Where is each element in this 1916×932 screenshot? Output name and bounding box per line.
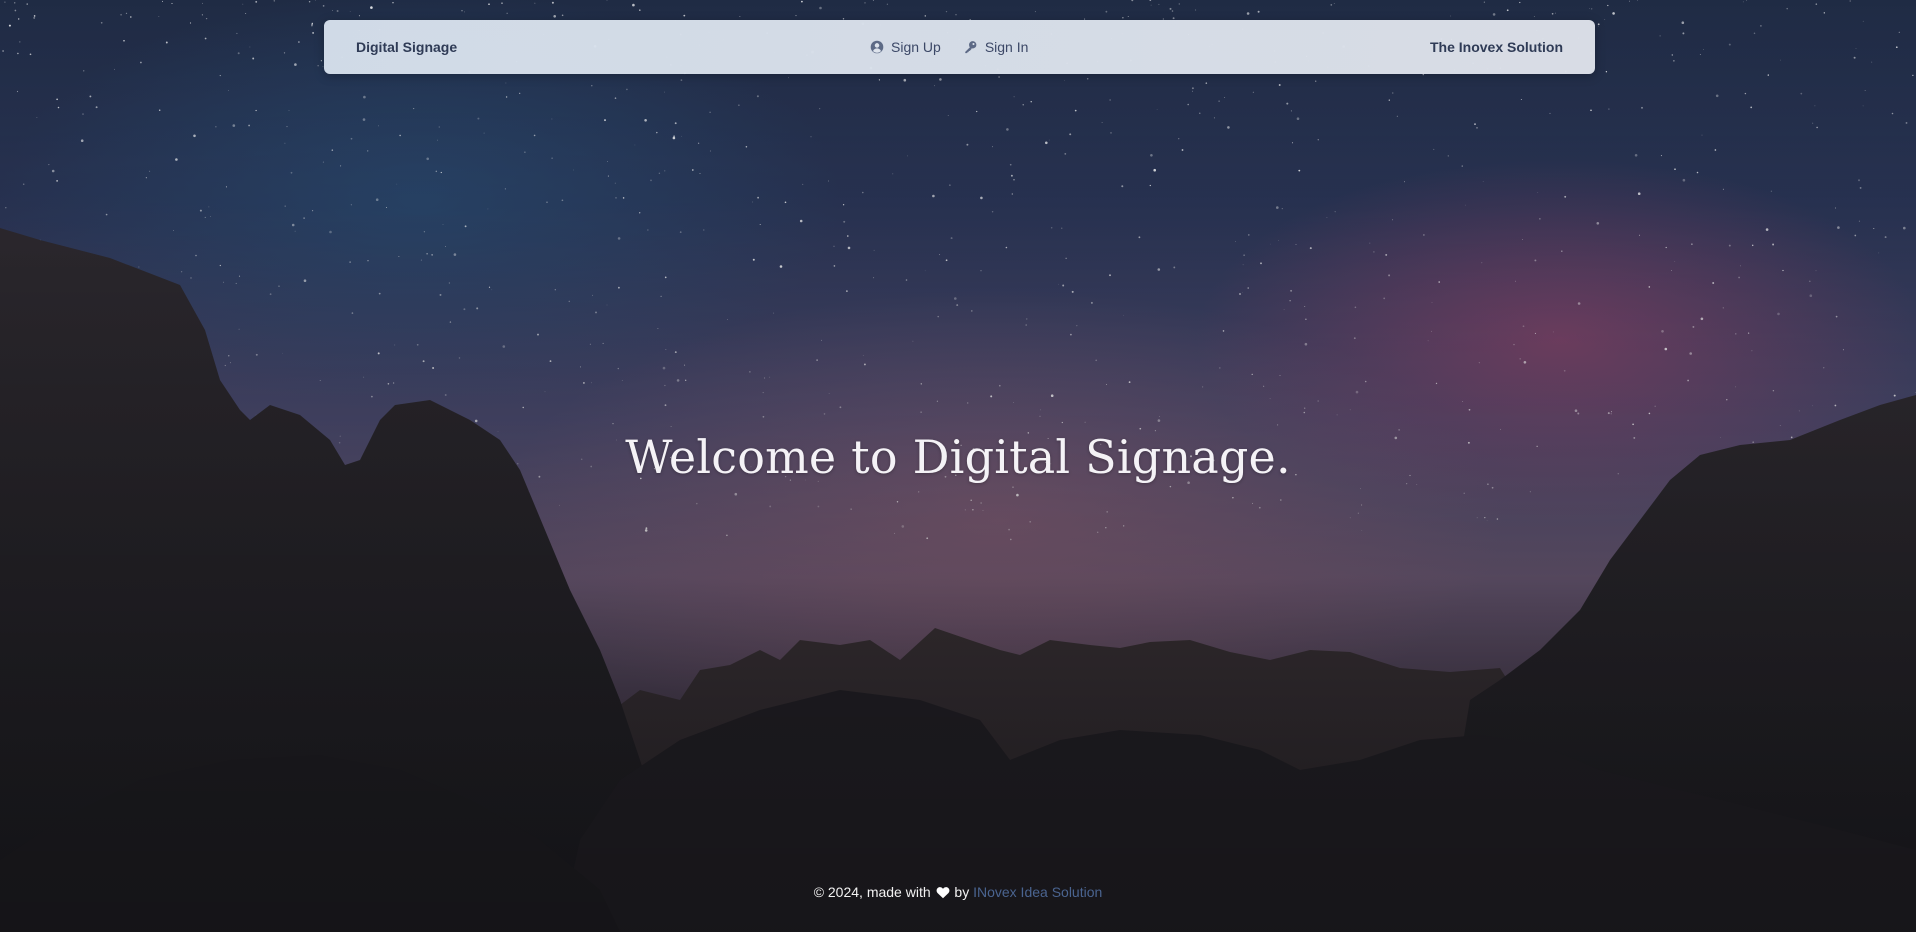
page-background: Digital Signage Sign Up Sign In The Inov…	[0, 0, 1916, 932]
footer-company-link[interactable]: INovex Idea Solution	[973, 884, 1102, 900]
company-name-link[interactable]: The Inovex Solution	[1430, 20, 1563, 74]
top-navbar: Digital Signage Sign Up Sign In The Inov…	[324, 20, 1595, 74]
heart-icon	[936, 886, 950, 902]
footer-copyright: © 2024, made with	[813, 884, 931, 900]
footer-by-text: by	[954, 884, 970, 900]
sign-in-link[interactable]: Sign In	[963, 39, 1029, 55]
nav-links: Sign Up Sign In	[870, 20, 1028, 74]
user-circle-icon	[870, 40, 884, 54]
brand-link[interactable]: Digital Signage	[356, 20, 457, 74]
footer: © 2024, made with by INovex Idea Solutio…	[0, 884, 1916, 902]
sign-up-link[interactable]: Sign Up	[870, 39, 941, 55]
sign-in-label: Sign In	[984, 39, 1029, 55]
key-icon	[963, 40, 978, 54]
page-title: Welcome to Digital Signage.	[625, 430, 1291, 484]
sign-up-label: Sign Up	[891, 39, 941, 55]
